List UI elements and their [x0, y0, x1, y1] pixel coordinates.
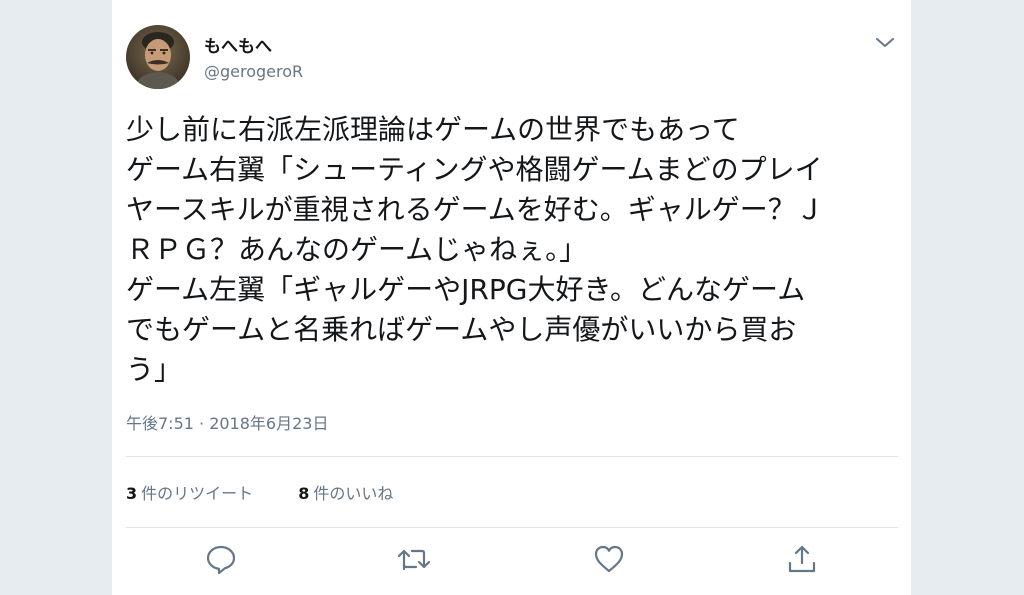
chevron-down-icon[interactable]	[874, 34, 896, 52]
tweet-stats: 3 件のリツイート 8 件のいいね	[126, 480, 433, 504]
avatar[interactable]	[126, 25, 190, 89]
tweet-text-line: でもゲームと名乗ればゲームやし声優がいいから買お	[126, 313, 797, 346]
share-icon	[786, 543, 818, 579]
divider	[126, 527, 898, 528]
retweet-button[interactable]	[396, 543, 432, 579]
like-stat[interactable]: 8 件のいいね	[298, 480, 393, 504]
tweet-text-line: ヤースキルが重視されるゲームを好む。ギャルゲー？Ｊ	[126, 193, 824, 226]
divider	[126, 456, 898, 457]
retweet-count: 3	[126, 484, 138, 503]
tweet-text-line: ゲーム右翼「シューティングや格闘ゲームまどのプレイ	[126, 153, 823, 186]
like-count: 8	[298, 484, 310, 503]
retweet-stat[interactable]: 3 件のリツイート	[126, 480, 253, 504]
tweet-timestamp[interactable]: 午後7:51 · 2018年6月23日	[126, 410, 328, 434]
tweet-text-line: ＲＰＧ？あんなのゲームじゃねぇ。」	[126, 233, 588, 266]
like-label: 件のいいね	[313, 484, 394, 503]
retweet-icon	[396, 543, 432, 579]
reply-icon	[205, 543, 237, 579]
tweet-text-line: ゲーム左翼「ギャルゲーやJRPG大好き。どんなゲーム	[126, 273, 806, 306]
tweet-text-line: 少し前に右派左派理論はゲームの世界でもあって	[126, 113, 740, 146]
share-button[interactable]	[784, 543, 820, 579]
user-handle[interactable]: @gerogeroR	[204, 62, 303, 81]
heart-icon	[593, 543, 625, 579]
tweet-text: 少し前に右派左派理論はゲームの世界でもあって ゲーム右翼「シューティングや格闘ゲ…	[126, 110, 896, 390]
display-name[interactable]: もへもへ	[204, 32, 272, 57]
retweet-label: 件のリツイート	[141, 484, 254, 503]
reply-button[interactable]	[203, 543, 239, 579]
tweet-text-line: う」	[126, 353, 183, 386]
like-button[interactable]	[591, 543, 627, 579]
tweet-card: もへもへ @gerogeroR 少し前に右派左派理論はゲームの世界でもあって ゲ…	[112, 0, 911, 595]
